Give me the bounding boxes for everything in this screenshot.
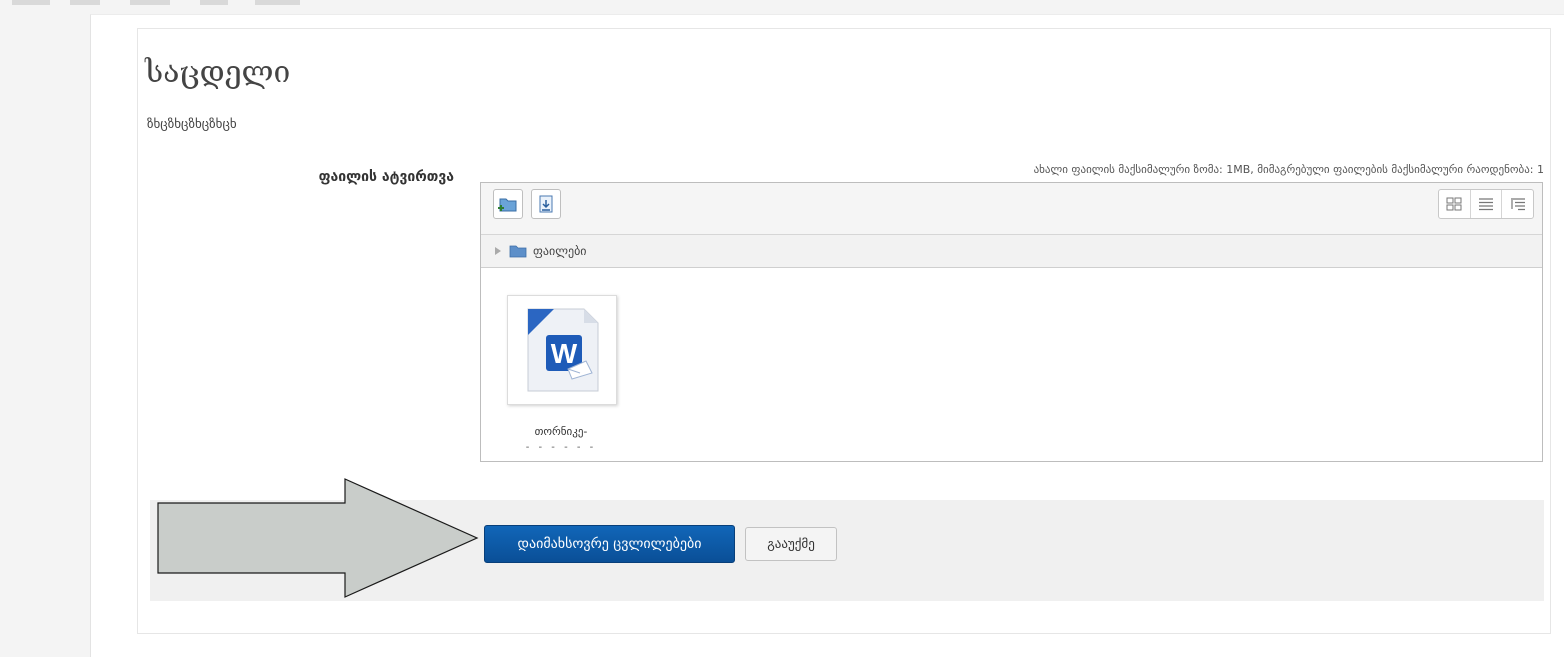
file-item[interactable]: W თორნიკე- - - - - - -	[507, 295, 619, 453]
view-list-button[interactable]	[1471, 190, 1503, 218]
save-changes-button[interactable]: დაიმახსოვრე ცვლილებები	[484, 525, 735, 563]
file-list: W თორნიკე- - - - - - -	[481, 268, 1542, 461]
svg-text:W: W	[551, 338, 578, 369]
word-document-icon: W	[527, 308, 599, 392]
view-tree-button[interactable]	[1502, 190, 1533, 218]
list-view-icon	[1479, 198, 1493, 211]
download-icon	[539, 195, 553, 213]
file-upload-label: ფაილის ატვირთვა	[318, 169, 454, 185]
folder-path: ფაილები	[481, 235, 1542, 268]
expand-arrow-icon[interactable]	[493, 246, 503, 256]
file-name: თორნიკე-	[534, 425, 588, 438]
file-thumbnail[interactable]: W	[507, 295, 617, 405]
add-folder-button[interactable]	[493, 189, 523, 219]
cancel-button[interactable]: გააუქმე	[745, 527, 837, 561]
view-icons-button[interactable]	[1439, 190, 1471, 218]
file-manager-toolbar	[481, 183, 1542, 235]
top-breadcrumb-remnant	[0, 0, 310, 6]
grid-view-icon	[1446, 197, 1462, 211]
page-title: საცდელი	[145, 55, 291, 90]
file-manager: ფაილები W თორნიკე- - - - - - -	[480, 182, 1543, 462]
folder-icon	[509, 245, 527, 258]
pointer-arrow-annotation	[157, 478, 479, 598]
page-description: ზხცზხცზხცზხცხ	[147, 117, 237, 132]
download-button[interactable]	[531, 189, 561, 219]
add-folder-icon	[498, 198, 517, 212]
tree-view-icon	[1510, 198, 1525, 211]
view-mode-toggle	[1438, 189, 1534, 219]
folder-path-label: ფაილები	[533, 244, 587, 258]
upload-limits-text: ახალი ფაილის მაქსიმალური ზომა: 1MB, მიმა…	[1033, 163, 1544, 176]
file-name-overflow: - - - - - -	[525, 442, 597, 453]
